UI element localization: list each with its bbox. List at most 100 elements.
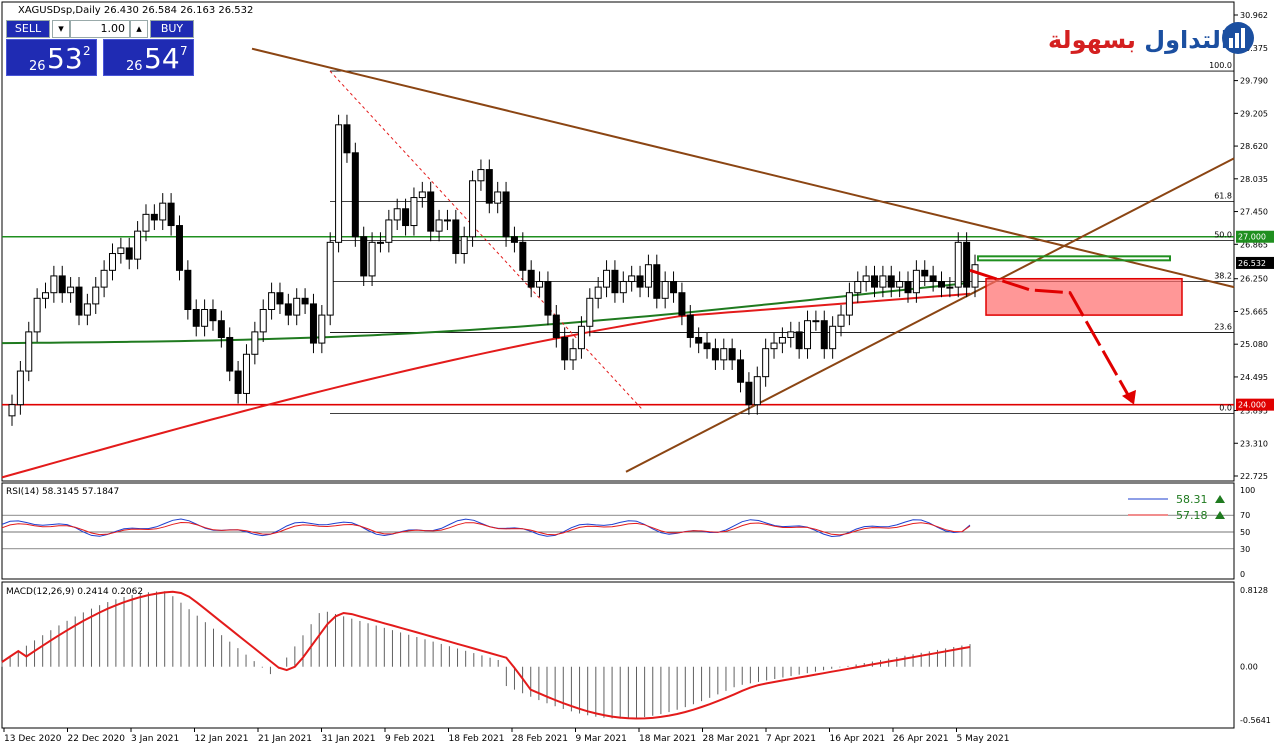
macd-axis-label: 0.8128 (1240, 586, 1268, 595)
candle-body (284, 303, 292, 316)
rsi-axis-label: 50 (1240, 528, 1250, 537)
buy-price-big: 54 (144, 42, 180, 75)
candle-body (217, 320, 225, 338)
time-axis-label: 9 Mar 2021 (576, 734, 627, 744)
rsi-legend-value: 57.18 (1176, 509, 1208, 522)
buy-button[interactable]: BUY (150, 20, 194, 38)
fib-level-label: 23.6 (1214, 322, 1232, 331)
candle-body (209, 308, 217, 322)
candle-body (804, 320, 812, 350)
candle-body (603, 269, 611, 288)
candle-body (125, 247, 133, 260)
candle-body (778, 336, 786, 344)
lot-input[interactable]: 1.00 (70, 20, 130, 38)
lot-decrease-button[interactable]: ▾ (52, 20, 70, 38)
candle-body (921, 269, 929, 277)
candle-body (418, 191, 426, 199)
price-axis-label: 27.450 (1240, 208, 1268, 217)
price-axis-label: 28.035 (1240, 175, 1268, 184)
candle-body (318, 314, 326, 344)
candle-body (201, 308, 209, 327)
buy-price-pip: 7 (180, 44, 188, 58)
candle-body (50, 275, 58, 294)
sell-button[interactable]: SELL (6, 20, 50, 38)
candle-body (142, 213, 150, 232)
price-axis-label: 28.620 (1240, 142, 1268, 151)
fib-level-label: 38.2 (1214, 272, 1232, 281)
candle-body (25, 331, 33, 372)
candle-body (41, 292, 49, 299)
candle-body (561, 336, 569, 361)
time-axis-label: 16 Apr 2021 (830, 734, 886, 744)
candle-body (8, 404, 16, 417)
candle-body (619, 281, 627, 294)
candle-body (862, 275, 870, 283)
sell-price-small: 26 (29, 59, 46, 74)
candle-body (871, 275, 879, 288)
candle-body (753, 376, 761, 406)
candle-body (762, 348, 770, 378)
candle-body (268, 292, 276, 310)
price-axis-label: 29.205 (1240, 109, 1268, 118)
time-axis-label: 22 Dec 2020 (68, 734, 126, 744)
candle-body (410, 197, 418, 227)
current-price-label: 26.532 (1238, 259, 1266, 268)
candle-body (443, 219, 451, 222)
sell-price[interactable]: 26 53 2 (6, 39, 97, 76)
candle-body (175, 225, 183, 271)
candle-body (33, 297, 41, 333)
macd-title: MACD(12,26,9) 0.2414 0.2062 (6, 587, 143, 597)
time-axis-label: 31 Jan 2021 (322, 734, 376, 744)
fib-level-label: 100.0 (1209, 61, 1232, 70)
candle-body (184, 269, 192, 310)
candle-body (251, 331, 259, 355)
lot-increase-button[interactable]: ▴ (130, 20, 148, 38)
logo-chart-icon (1222, 22, 1254, 54)
candle-body (586, 297, 594, 327)
sell-price-pip: 2 (83, 44, 91, 58)
candle-body (812, 320, 820, 323)
symbol-info: XAGUSDsp,Daily 26.430 26.584 26.163 26.5… (18, 5, 253, 16)
candle-body (954, 241, 962, 288)
candle-body (971, 264, 979, 288)
candle-body (167, 202, 175, 227)
candle-body (427, 191, 435, 232)
candle-body (360, 236, 368, 277)
candle-body (594, 286, 602, 299)
time-axis-label: 26 Apr 2021 (893, 734, 949, 744)
candle-body (837, 314, 845, 327)
time-axis-label: 12 Jan 2021 (195, 734, 249, 744)
candle-body (912, 269, 920, 294)
candle-body (661, 281, 669, 299)
candle-body (494, 191, 502, 204)
candle-body (402, 208, 410, 227)
time-axis-label: 5 May 2021 (957, 734, 1010, 744)
candle-body (938, 281, 946, 288)
candle-body (259, 308, 267, 333)
candle-body (92, 286, 100, 305)
price-axis-label: 22.725 (1240, 472, 1268, 481)
candle-body (695, 336, 703, 344)
candle-body (16, 370, 24, 406)
price-axis-label: 23.310 (1240, 439, 1268, 448)
candle-body (485, 169, 493, 204)
candle-body (845, 292, 853, 316)
candle-body (192, 308, 200, 327)
candle-body (293, 297, 301, 316)
buy-price[interactable]: 26 54 7 (103, 39, 194, 76)
candle-body (502, 191, 510, 238)
time-axis-label: 3 Jan 2021 (131, 734, 179, 744)
rsi-axis-label: 100 (1240, 486, 1255, 495)
candle-body (929, 275, 937, 283)
sell-price-big: 53 (47, 42, 83, 75)
candle-body (653, 264, 661, 299)
price-axis-label: 25.080 (1240, 340, 1268, 349)
candle-body (393, 208, 401, 221)
candle-body (536, 281, 544, 288)
candle-body (879, 275, 887, 288)
trade-panel: SELL ▾ 1.00 ▴ BUY 26 53 2 26 54 7 (6, 20, 194, 76)
candle-body (628, 275, 636, 283)
candle-body (686, 314, 694, 338)
candle-body (795, 331, 803, 350)
candle-body (611, 269, 619, 294)
